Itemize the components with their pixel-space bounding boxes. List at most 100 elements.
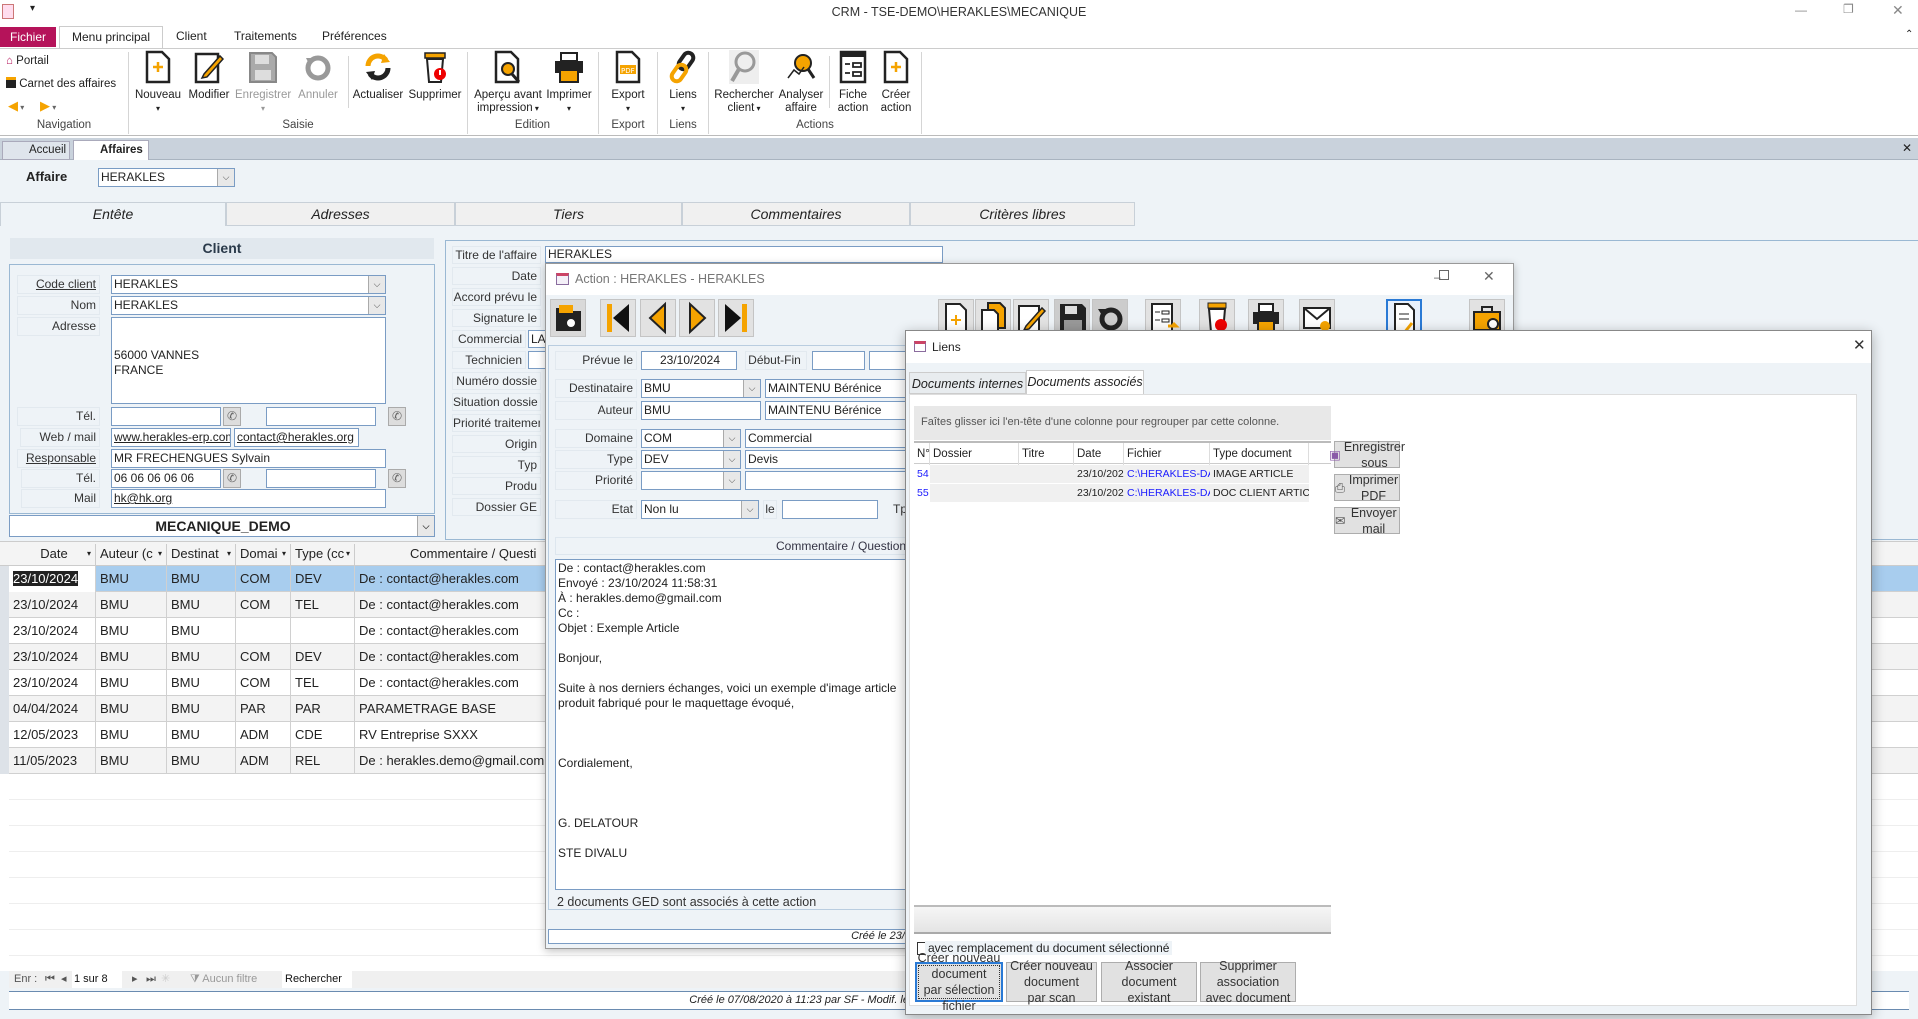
no-filter-button[interactable]: ⧩ Aucun filtre (190, 971, 257, 988)
file-link[interactable]: C:\HERAKLES-DATA\BASES\M... (1124, 465, 1210, 484)
last-button[interactable] (718, 299, 754, 337)
envoyer-mail-button[interactable]: ✉ Envoyer mail (1334, 506, 1400, 536)
column-header[interactable]: Titre document (1019, 443, 1074, 483)
maximize-icon[interactable] (1439, 270, 1449, 280)
nav-carnet[interactable]: Carnet des affaires (6, 77, 116, 90)
auteur-field[interactable]: BMU (641, 401, 761, 420)
column-header[interactable]: Auteur (c ▾ (96, 544, 167, 566)
liens-button[interactable]: Liens ▾ (662, 50, 704, 115)
ribbon-tab-menu-principal[interactable]: Menu principal (59, 26, 163, 49)
delete-association-button[interactable]: Supprimer association avec document (1200, 959, 1296, 1005)
responsable-field[interactable]: MR FRECHENGUES Sylvain (111, 449, 386, 468)
export-button[interactable]: PDF Export ▾ (605, 50, 651, 115)
restore-icon[interactable]: ❐ (1843, 2, 1854, 16)
column-header[interactable]: Dossier (930, 443, 1019, 466)
column-header[interactable]: N° (914, 443, 930, 466)
affaire-select[interactable]: HERAKLES ⌵ (98, 168, 235, 187)
phone-icon[interactable]: ✆ (388, 407, 406, 426)
document-row[interactable]: 54 23/10/2024C:\HERAKLES-DATA\BASES\M...I… (914, 465, 1309, 484)
titre-affaire-field[interactable]: HERAKLES (545, 246, 943, 263)
ribbon-tab-client[interactable]: Client (176, 29, 207, 43)
ribbon-tab-traitements[interactable]: Traitements (234, 29, 297, 43)
actualiser-button[interactable]: Actualiser (350, 50, 406, 102)
doc-tab-accueil[interactable]: Accueil (2, 141, 70, 160)
responsable-label[interactable]: Responsable (17, 449, 100, 468)
record-position[interactable]: 1 sur 8 (72, 971, 122, 988)
phone-icon[interactable]: ✆ (388, 469, 406, 488)
liens-close-icon[interactable]: ✕ (1853, 336, 1866, 354)
adresse-field[interactable]: 56000 VANNES FRANCE (111, 317, 386, 404)
domaine-select[interactable]: COM ⌵ (641, 429, 741, 448)
column-header[interactable]: Destinat ▾ (167, 544, 236, 566)
prevue-field[interactable]: 23/10/2024 (641, 351, 737, 370)
phone-icon[interactable]: ✆ (223, 469, 241, 488)
ribbon-tab-fichier[interactable]: Fichier (0, 27, 56, 47)
create-from-file-button[interactable]: Créer nouveau document par sélection fich… (915, 951, 1003, 1013)
associate-existing-button[interactable]: Associer document existant (1101, 959, 1197, 1005)
annuler-button[interactable]: Annuler (293, 50, 343, 102)
next-button[interactable] (679, 299, 715, 337)
fiche-action-button[interactable]: Fiche action (832, 50, 874, 115)
tab-adresses[interactable]: Adresses (226, 202, 455, 226)
base-select[interactable]: MECANIQUE_DEMO ⌵ (9, 515, 435, 537)
file-link[interactable]: C:\HERAKLES-DATA\BASES\M... (1124, 484, 1210, 503)
close-icon[interactable]: ✕ (1483, 268, 1495, 285)
tab-commentaires[interactable]: Commentaires (682, 202, 910, 226)
next-record-button[interactable]: ▸ (132, 971, 138, 988)
search-folder-button[interactable] (550, 299, 586, 337)
nouveau-button[interactable]: Nouveau ▾ (134, 50, 182, 115)
enregistrer-button[interactable]: Enregistrer ▾ (235, 50, 291, 115)
code-client-label[interactable]: Code client (17, 275, 100, 294)
type-select[interactable]: DEV ⌵ (641, 450, 741, 469)
close-tab-icon[interactable]: ✕ (1902, 141, 1912, 155)
sort-dropdown-icon[interactable]: ▾ (227, 544, 231, 564)
supprimer-button[interactable]: Supprimer (407, 50, 463, 102)
first-button[interactable] (600, 299, 636, 337)
last-record-button[interactable]: ⏭ (146, 971, 156, 988)
debut-field[interactable] (812, 351, 865, 370)
destinataire-select[interactable]: BMU ⌵ (641, 379, 761, 398)
priorite-select[interactable]: ⌵ (641, 471, 741, 490)
imprimer-button[interactable]: Imprimer ▾ (545, 50, 593, 115)
column-header[interactable]: Date ▾ (9, 544, 96, 566)
document-row[interactable]: 55 23/10/2024C:\HERAKLES-DATA\BASES\M...D… (914, 484, 1309, 503)
rechercher-client-button[interactable]: Rechercher client ▾ (712, 50, 776, 115)
search-field[interactable]: Rechercher (282, 971, 352, 988)
phone-icon[interactable]: ✆ (223, 407, 241, 426)
column-header[interactable]: Date document (1074, 443, 1128, 483)
tab-criteres-libres[interactable]: Critères libres (910, 202, 1135, 226)
tab-tiers[interactable]: Tiers (455, 202, 682, 226)
liens-tab-associes[interactable]: Documents associés (1026, 370, 1144, 395)
prev-record-button[interactable]: ◂ (61, 971, 67, 988)
tab-entete[interactable]: Entête (0, 202, 226, 226)
mail-link[interactable]: hk@hk.org (111, 489, 386, 508)
imprimer-pdf-button[interactable]: ⎙ Imprimer PDF (1334, 473, 1400, 503)
nav-forward-button[interactable]: ▶ ▾ (40, 98, 56, 114)
liens-tab-internes[interactable]: Documents internes associés (909, 372, 1026, 413)
minimize-icon[interactable]: — (1795, 3, 1807, 17)
enregistrer-sous-button[interactable]: ▣ Enregistrer sous (1329, 440, 1405, 470)
analyser-affaire-button[interactable]: Analyser affaire (776, 50, 826, 115)
column-header[interactable]: Domai ▾ (236, 544, 291, 566)
new-record-button[interactable]: ✳ (161, 971, 170, 988)
doc-tab-affaires[interactable]: Affaires (73, 140, 149, 160)
column-header[interactable]: Fichier (1124, 443, 1210, 466)
column-header[interactable]: Type document (1210, 443, 1309, 466)
tel2-field[interactable] (266, 407, 376, 426)
creer-action-button[interactable]: Créer action (876, 50, 916, 115)
code-client-select[interactable]: HERAKLES ⌵ (111, 275, 386, 294)
modifier-button[interactable]: Modifier (184, 50, 234, 102)
first-record-button[interactable]: ⏮ (45, 971, 55, 988)
nav-back-button[interactable]: ◀ ▾ (8, 98, 24, 114)
previous-button[interactable] (640, 299, 676, 337)
close-icon[interactable]: ✕ (1892, 2, 1904, 19)
sort-dropdown-icon[interactable]: ▾ (346, 544, 350, 564)
comment-textarea[interactable]: De : contact@herakles.com Envoyé : 23/10/… (555, 559, 915, 890)
web-link[interactable]: www.herakles-erp.com (111, 428, 231, 447)
create-from-scan-button[interactable]: Créer nouveau document par scan (1006, 959, 1097, 1005)
ribbon-collapse-icon[interactable]: ⌃ (1905, 29, 1913, 40)
tel-resp2-field[interactable] (266, 469, 376, 488)
contact-mail-link[interactable]: contact@herakles.org (234, 428, 359, 447)
etat-date-field[interactable] (782, 500, 878, 519)
tel-field[interactable] (111, 407, 221, 426)
